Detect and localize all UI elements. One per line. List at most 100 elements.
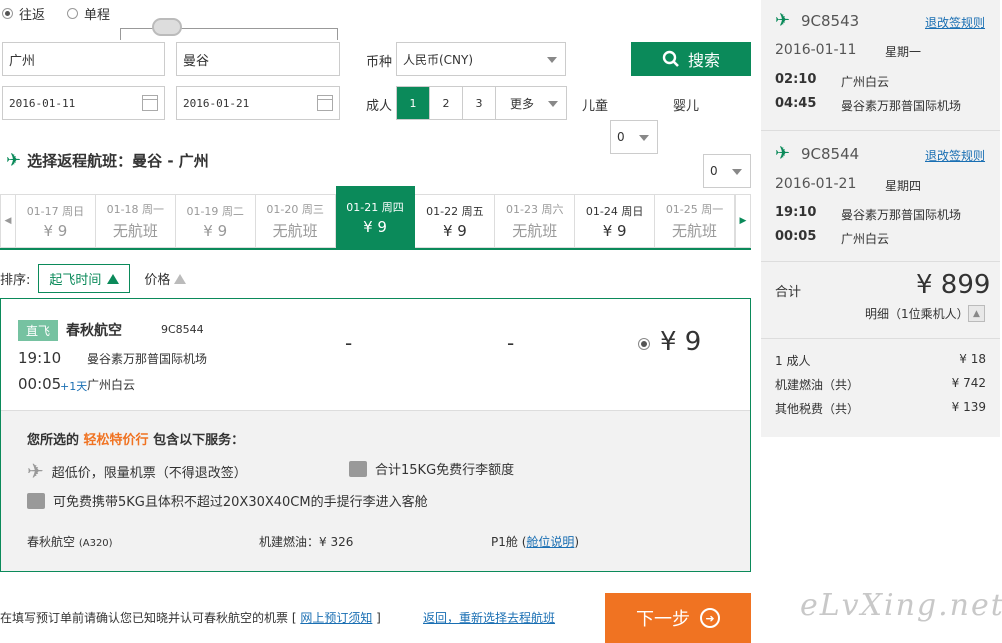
flight-summary[interactable]: 直飞 春秋航空 9C8544 19:10 曼谷素万那普国际机场 00:05 +1…	[1, 299, 750, 411]
dep-airport: 曼谷素万那普国际机场	[87, 352, 208, 366]
col-dash: -	[345, 331, 353, 355]
fee-row-label: 其他税费（共）	[775, 402, 860, 416]
no-refund-plane-icon: ✈	[27, 459, 44, 483]
fee-row-label: 机建燃油（共）	[775, 378, 860, 392]
collapse-details-icon[interactable]: ▲	[968, 305, 985, 322]
leg1-flight-no: 9C8543	[801, 12, 860, 30]
col-dash: -	[507, 331, 515, 355]
leg1-dep-airport: 广州白云	[841, 75, 890, 89]
sort-label: 排序:	[0, 273, 31, 288]
sort-by-price-button[interactable]: 价格	[138, 265, 192, 292]
leg2-weekday: 星期四	[885, 179, 922, 193]
calendar-icon	[142, 95, 158, 111]
depart-date-input[interactable]: 2016-01-11	[2, 86, 165, 120]
back-link[interactable]: 返回，重新选择去程航班	[423, 609, 555, 626]
leg2-dep-time: 19:10	[775, 205, 817, 220]
date-tab[interactable]: 01-20 周三 无航班	[255, 194, 336, 248]
next-day-badge: +1天	[60, 380, 88, 393]
sort-bar: 排序: 起飞时间 价格	[0, 264, 192, 293]
flight-card: 直飞 春秋航空 9C8544 19:10 曼谷素万那普国际机场 00:05 +1…	[0, 298, 751, 572]
radio-checked-icon	[641, 341, 647, 347]
fare-services: 您所选的 轻松特价行 包含以下服务： ✈ 超低价，限量机票（不得退改签） 合计1…	[1, 411, 750, 571]
booking-terms-link[interactable]: 网上预订须知	[300, 611, 372, 625]
arrow-right-icon: ➜	[700, 608, 720, 628]
adult-label: 成人	[366, 99, 393, 114]
return-date-input[interactable]: 2016-01-21	[176, 86, 340, 120]
plane-icon: ✈	[775, 143, 791, 164]
adult-more-select[interactable]: 更多	[496, 87, 566, 119]
chevron-down-icon	[548, 101, 558, 107]
total-label: 合计	[775, 285, 802, 300]
date-tab-active[interactable]: 01-21 周四 ¥ 9	[335, 186, 416, 248]
aircraft-info: 春秋航空 (A320)	[27, 535, 113, 549]
arr-time: 00:05	[18, 375, 62, 393]
arr-airport: 广州白云	[87, 378, 136, 392]
radio-unchecked-icon	[67, 8, 79, 19]
date-tab[interactable]: 01-22 周五 ¥ 9	[415, 194, 496, 248]
leg1-weekday: 星期一	[885, 45, 922, 59]
detail-label: 明细（1位乘机人）	[865, 307, 969, 321]
fee-row-label: 1 成人	[775, 354, 811, 368]
from-city-input[interactable]: 广州	[2, 42, 165, 76]
adult-option-2[interactable]: 2	[430, 87, 463, 119]
infant-select[interactable]: 0	[703, 154, 751, 188]
child-select[interactable]: 0	[610, 120, 658, 154]
leg2-rules-link[interactable]: 退改签规则	[925, 147, 985, 164]
date-tab[interactable]: 01-23 周六 无航班	[495, 194, 576, 248]
date-tab[interactable]: 01-17 周日 ¥ 9	[15, 194, 96, 248]
flight-price: ¥ 9	[660, 327, 702, 357]
next-step-button[interactable]: 下一步 ➜	[605, 593, 751, 643]
arrow-up-icon	[107, 273, 120, 284]
cabin-info-link[interactable]: 舱位说明	[526, 535, 574, 549]
next-dates-arrow-icon[interactable]: ▶	[735, 194, 751, 248]
sort-by-time-button[interactable]: 起飞时间	[38, 264, 131, 293]
search-button[interactable]: 搜索	[631, 42, 751, 76]
chevron-down-icon	[639, 135, 649, 141]
currency-label: 币种	[366, 55, 393, 70]
leg1-rules-link[interactable]: 退改签规则	[925, 14, 985, 31]
to-city-input[interactable]: 曼谷	[176, 42, 340, 76]
adult-count-group: 1 2 3 更多	[396, 86, 567, 120]
arrow-up-icon	[174, 273, 187, 284]
adult-option-1[interactable]: 1	[397, 87, 430, 119]
cabin-info: P1舱 (舱位说明)	[491, 535, 580, 549]
divider	[761, 338, 1000, 339]
round-trip-radio[interactable]: 往返	[2, 4, 45, 23]
luggage-icon	[349, 460, 367, 477]
prev-dates-arrow-icon[interactable]: ◀	[0, 194, 16, 248]
divider	[761, 130, 1000, 131]
total-price: ¥ 899	[916, 270, 991, 300]
order-summary: ✈ 9C8543 退改签规则 2016-01-11 星期一 02:10 广州白云…	[761, 0, 1000, 437]
plane-icon: ✈	[6, 150, 22, 171]
date-tab[interactable]: 01-19 周二 ¥ 9	[175, 194, 256, 248]
plane-icon: ✈	[775, 10, 791, 31]
services-heading: 您所选的 轻松特价行 包含以下服务：	[27, 433, 245, 448]
fee-row-value: ¥ 18	[959, 352, 986, 366]
leg1-arr-airport: 曼谷素万那普国际机场	[841, 99, 962, 113]
fee-row-value: ¥ 139	[951, 400, 986, 414]
child-label: 儿童	[582, 99, 609, 114]
radio-checked-icon	[2, 8, 13, 19]
price-radio[interactable]	[638, 338, 650, 350]
adult-option-3[interactable]: 3	[463, 87, 496, 119]
leg1-arr-time: 04:45	[775, 96, 817, 111]
swap-icon	[152, 18, 182, 36]
one-way-radio[interactable]: 单程	[67, 4, 110, 23]
leg1-dep-time: 02:10	[775, 72, 817, 87]
swap-cities-button[interactable]	[120, 18, 338, 42]
date-tab[interactable]: 01-25 周一 无航班	[655, 194, 735, 248]
date-tab[interactable]: 01-24 周日 ¥ 9	[575, 194, 656, 248]
date-tab[interactable]: 01-18 周一 无航班	[95, 194, 176, 248]
leg2-dep-airport: 曼谷素万那普国际机场	[841, 208, 962, 222]
leg2-arr-time: 00:05	[775, 229, 817, 244]
carry-on-bag-icon	[27, 492, 45, 509]
fare-name: 轻松特价行	[83, 433, 149, 448]
leg2-date: 2016-01-21	[775, 176, 857, 192]
trip-type-group: 往返 单程	[2, 4, 110, 23]
direct-badge: 直飞	[18, 320, 59, 341]
date-tabs: ◀ 01-17 周日 ¥ 9 01-18 周一 无航班 01-19 周二 ¥ 9 01…	[0, 186, 751, 250]
service-item: 合计15KG免费行李额度	[349, 459, 514, 478]
fee-row-value: ¥ 742	[951, 376, 986, 390]
currency-select[interactable]: 人民币(CNY)	[396, 42, 566, 76]
flight-number: 9C8544	[161, 323, 204, 336]
